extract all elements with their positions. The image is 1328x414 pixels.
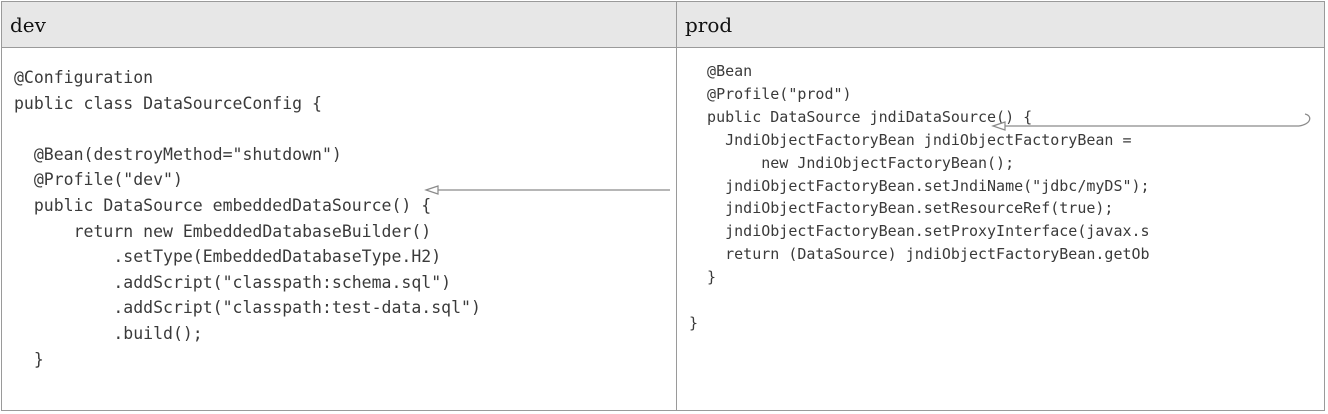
code-line: return (DataSource) jndiObjectFactoryBea… — [689, 245, 1150, 264]
code-line: @Bean — [689, 62, 753, 80]
prod-column: prod @Bean @Profile("prod") public DataS… — [677, 2, 1324, 410]
code-line: @Bean(destroyMethod="shutdown") — [14, 144, 342, 164]
code-line: new JndiObjectFactoryBean(); — [689, 153, 1015, 172]
prod-column-header: prod — [677, 2, 1324, 48]
code-line: .addScript("classpath:test-data.sql") — [14, 298, 481, 318]
code-line: } — [689, 313, 699, 332]
dev-column: dev @Configuration public class DataSourc… — [2, 2, 677, 410]
dev-column-header: dev — [2, 2, 676, 48]
code-line: public DataSource embeddedDataSource() { — [14, 195, 432, 215]
code-line: .setType(EmbeddedDatabaseType.H2) — [14, 247, 442, 267]
code-comparison-table: dev @Configuration public class DataSourc… — [1, 1, 1325, 411]
code-line: @Profile("prod") — [689, 84, 852, 103]
code-line: @Profile("dev") — [14, 170, 183, 190]
code-line: .addScript("classpath:schema.sql") — [14, 272, 452, 292]
prod-code-block: @Bean @Profile("prod") public DataSource… — [689, 60, 1150, 335]
prod-profile-arrow — [991, 113, 1311, 131]
code-line: .build(); — [14, 323, 203, 343]
code-line: return new EmbeddedDatabaseBuilder() — [14, 221, 432, 241]
code-line: jndiObjectFactoryBean.setJndiName("jdbc/… — [689, 176, 1150, 195]
code-line: } — [689, 268, 717, 287]
code-line: jndiObjectFactoryBean.setResourceRef(tru… — [689, 199, 1114, 218]
code-line: jndiObjectFactoryBean.setProxyInterface(… — [689, 222, 1150, 241]
dev-code-block: @Configuration public class DataSourceCon… — [14, 65, 481, 372]
dev-profile-arrow — [424, 185, 670, 195]
code-line: @Configuration — [14, 68, 154, 87]
code-line: } — [14, 349, 44, 369]
code-line: JndiObjectFactoryBean jndiObjectFactoryB… — [689, 130, 1132, 149]
code-line: public class DataSourceConfig { — [14, 93, 322, 113]
